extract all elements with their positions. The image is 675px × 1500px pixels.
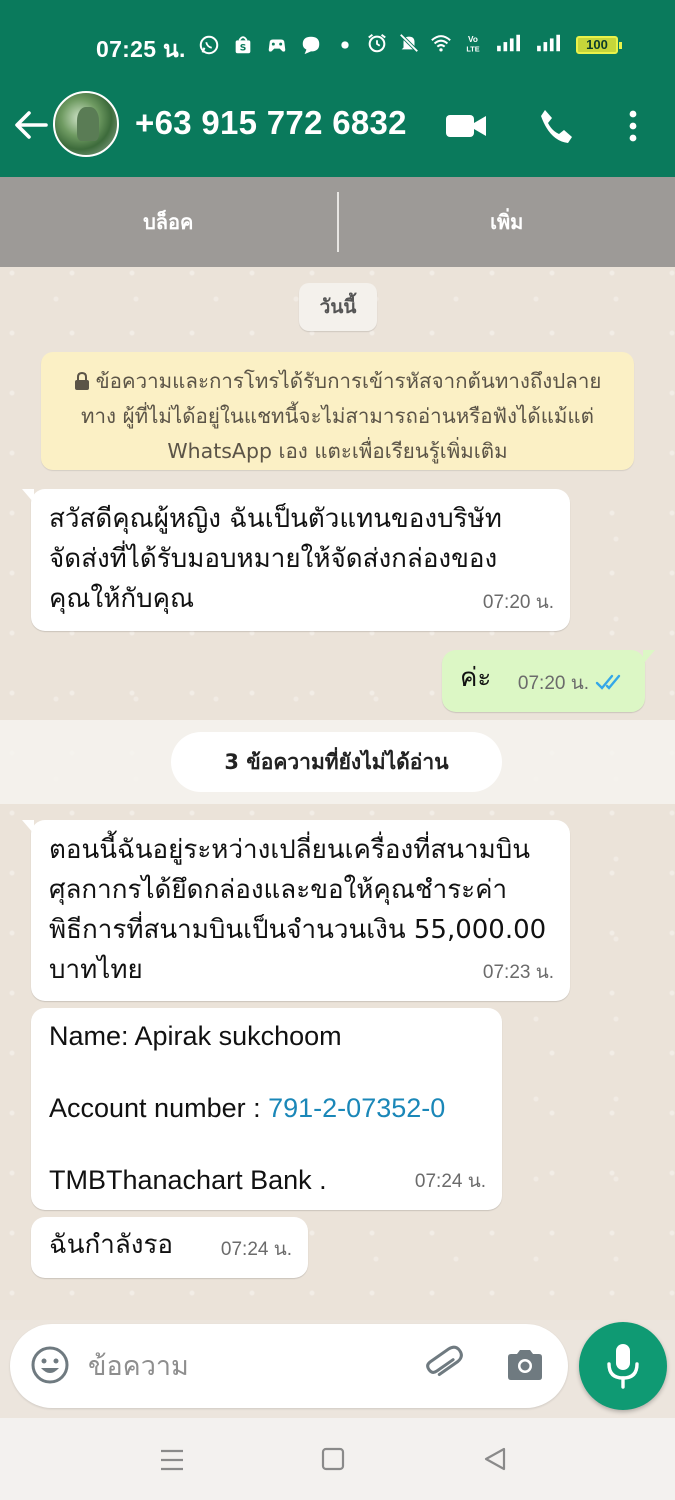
message-bubble-incoming[interactable]: ฉันกำลังรอ 07:24 น.	[31, 1217, 308, 1278]
camera-icon[interactable]	[504, 1344, 546, 1386]
game-icon	[268, 39, 286, 52]
unread-messages-label: 3 ข้อความที่ยังไม่ได้อ่าน	[171, 732, 502, 792]
message-text: ตอนนี้ฉันอยู่ระหว่างเปลี่ยนเครื่องที่สนา…	[49, 835, 547, 985]
wifi-icon	[431, 35, 451, 52]
shopee-icon: S	[235, 36, 251, 54]
message-composer	[10, 1324, 568, 1408]
whatsapp-icon	[199, 35, 219, 55]
mute-icon	[399, 33, 419, 53]
alarm-icon	[368, 33, 386, 53]
message-text: สวัสดีคุณผู้หญิง ฉันเป็นตัวแทนของบริษัทจ…	[49, 504, 502, 614]
block-button[interactable]: บล็อค	[0, 177, 337, 267]
system-navigation-bar	[0, 1418, 675, 1500]
message-time: 07:20 น.	[517, 673, 589, 694]
account-name-line: Name: Apirak sukchoom	[49, 1021, 342, 1051]
contact-avatar[interactable]	[53, 91, 119, 157]
home-icon[interactable]	[320, 1446, 346, 1472]
signal-icon	[537, 34, 560, 52]
app-header: 07:25 น. S Vo LTE 100 +63 915 772 6832	[0, 0, 675, 177]
encryption-notice[interactable]: ข้อความและการโทรได้รับการเข้ารหัสจากต้นท…	[41, 352, 634, 470]
voice-message-button[interactable]	[579, 1322, 667, 1410]
svg-text:S: S	[240, 43, 247, 54]
contact-name[interactable]: +63 915 772 6832	[135, 104, 407, 142]
message-text: ฉันกำลังรอ	[49, 1230, 174, 1260]
message-bubble-incoming[interactable]: สวัสดีคุณผู้หญิง ฉันเป็นตัวแทนของบริษัทจ…	[22, 489, 570, 631]
date-separator: วันนี้	[299, 283, 377, 331]
battery-icon: 100	[576, 36, 622, 54]
message-time: 07:24 น.	[414, 1171, 486, 1192]
message-bubble-outgoing[interactable]: ค่ะ 07:20 น.	[442, 650, 655, 712]
message-bubble-incoming[interactable]: Name: Apirak sukchoom Account number : 7…	[31, 1008, 502, 1210]
status-bar: 07:25 น. S Vo LTE 100	[0, 22, 675, 68]
voice-call-icon[interactable]	[536, 106, 576, 146]
volte-icon: VoLTE	[466, 35, 479, 53]
message-time: 07:24 น.	[220, 1239, 292, 1260]
video-call-icon[interactable]	[444, 106, 488, 146]
svg-text:Vo: Vo	[468, 35, 478, 44]
account-number-link[interactable]: 791-2-07352-0	[268, 1093, 445, 1123]
unknown-contact-actions: บล็อค เพิ่ม	[0, 177, 675, 267]
signal-icon	[497, 34, 520, 52]
chat-app-bar: +63 915 772 6832	[0, 88, 675, 162]
read-receipt-icon	[595, 674, 621, 690]
message-time: 07:23 น.	[482, 962, 554, 983]
dot-icon	[341, 41, 349, 49]
add-contact-button[interactable]: เพิ่ม	[339, 177, 675, 267]
more-options-icon[interactable]	[620, 106, 646, 146]
back-arrow-icon[interactable]	[12, 106, 50, 144]
microphone-icon	[607, 1344, 639, 1389]
lock-icon	[74, 372, 89, 390]
chat-icon	[302, 36, 320, 55]
encryption-notice-text: ข้อความและการโทรได้รับการเข้ารหัสจากต้นท…	[81, 369, 602, 463]
message-input[interactable]	[88, 1336, 408, 1396]
svg-text:LTE: LTE	[466, 44, 479, 53]
message-text: ค่ะ	[460, 663, 492, 693]
attachment-icon[interactable]	[422, 1344, 464, 1386]
back-triangle-icon[interactable]	[481, 1445, 509, 1473]
message-time: 07:20 น.	[482, 592, 554, 613]
account-number-label: Account number :	[49, 1093, 269, 1123]
recent-apps-icon[interactable]	[158, 1446, 186, 1474]
status-time: 07:25 น.	[96, 36, 186, 62]
message-bubble-incoming[interactable]: ตอนนี้ฉันอยู่ระหว่างเปลี่ยนเครื่องที่สนา…	[22, 820, 570, 1001]
emoji-icon[interactable]	[29, 1344, 71, 1386]
